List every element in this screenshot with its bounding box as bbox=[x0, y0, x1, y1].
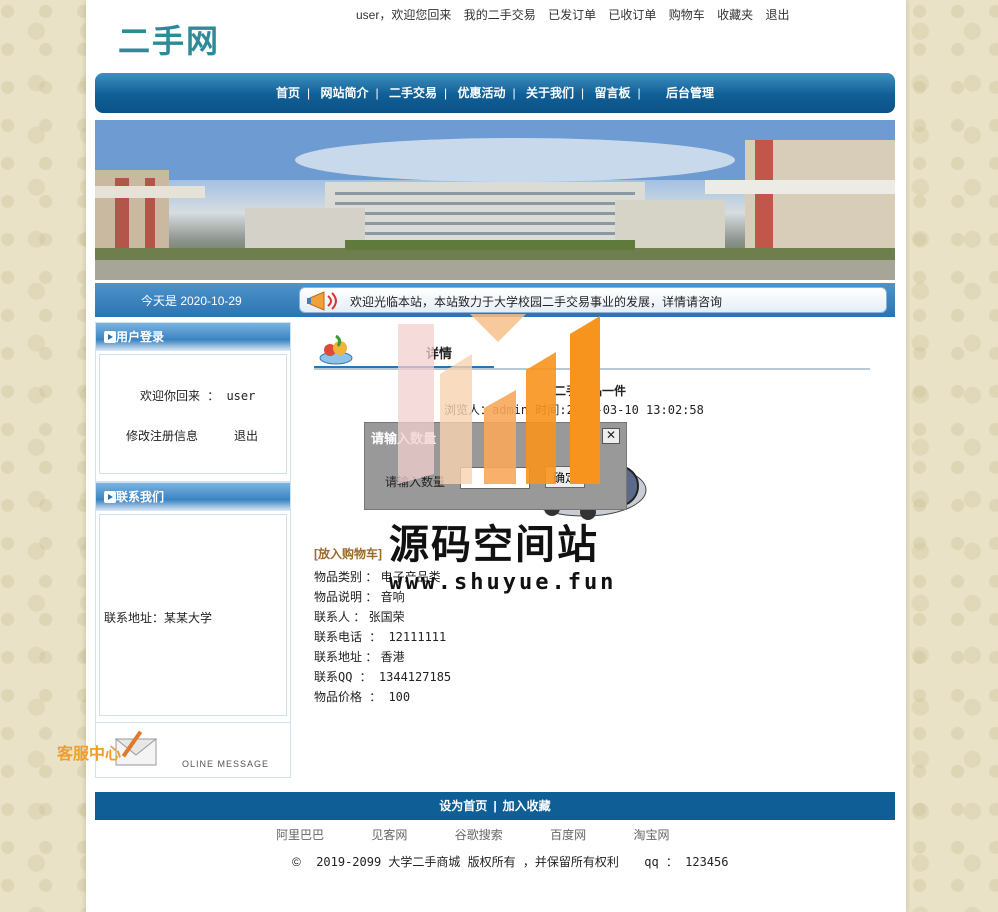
announcement-text: 欢迎光临本站，本站致力于大学校园二手交易事业的发展，详情请咨询 bbox=[350, 295, 723, 309]
link-sent-orders[interactable]: 已发订单 bbox=[548, 8, 596, 22]
sidebar-logout-link[interactable]: 退出 bbox=[234, 427, 258, 444]
campus-banner-image bbox=[95, 120, 895, 280]
welcome-text: user，欢迎您回来 bbox=[356, 8, 452, 22]
today-date: 今天是 2020-10-29 bbox=[141, 294, 242, 308]
field-price: 物品价格 ： 100 bbox=[314, 690, 411, 704]
friend-link-google[interactable]: 谷歌搜索 bbox=[455, 828, 503, 842]
contact-panel-body: 联系地址：某某大学 bbox=[99, 514, 287, 716]
friend-link-jianke[interactable]: 见客网 bbox=[371, 828, 407, 842]
field-phone: 联系电话 ： 12111111 bbox=[314, 630, 447, 644]
friend-link-baidu[interactable]: 百度网 bbox=[550, 828, 586, 842]
add-to-cart-button[interactable]: [放入购物车] bbox=[314, 547, 382, 561]
nav-admin[interactable]: 后台管理 bbox=[666, 86, 714, 100]
megaphone-icon bbox=[307, 291, 337, 311]
main-nav: 首页 | 网站简介 | 二手交易 | 优惠活动 | 关于我们 | 留言板 | 后台管理 bbox=[95, 73, 895, 113]
nav-trading[interactable]: 二手交易 bbox=[389, 86, 437, 100]
set-homepage-link[interactable]: 设为首页 bbox=[439, 799, 487, 813]
nav-promotions[interactable]: 优惠活动 bbox=[457, 86, 505, 100]
fruit-bowl-icon bbox=[319, 334, 353, 365]
link-favorites[interactable]: 收藏夹 bbox=[717, 8, 753, 22]
login-greeting: 欢迎你回来 ： user bbox=[140, 389, 256, 403]
contact-panel-title: 联系我们 bbox=[116, 490, 165, 504]
edit-profile-link[interactable]: 修改注册信息 bbox=[126, 427, 198, 444]
announcement-bar: 今天是 2020-10-29 欢迎光临本站，本站致力于大学校园二手交易事业的发展… bbox=[95, 283, 895, 317]
nav-about-site[interactable]: 网站简介 bbox=[321, 86, 369, 100]
online-message-label: OLINE MESSAGE bbox=[182, 759, 270, 769]
link-logout[interactable]: 退出 bbox=[766, 8, 790, 22]
arrow-right-icon bbox=[104, 331, 116, 343]
login-panel-title: 用户登录 bbox=[116, 330, 165, 344]
copyright-symbol: © bbox=[292, 855, 301, 869]
contact-panel: 联系我们 联系地址：某某大学 bbox=[95, 482, 291, 724]
login-panel: 用户登录 欢迎你回来 ： user 修改注册信息 退出 bbox=[95, 322, 291, 482]
friend-link-taobao[interactable]: 淘宝网 bbox=[633, 828, 669, 842]
watermark-title: 源码空间站 bbox=[389, 522, 599, 568]
friend-link-alibaba[interactable]: 阿里巴巴 bbox=[276, 828, 324, 842]
footer-qq: qq ： 123456 bbox=[644, 855, 729, 869]
copyright: © 2019-2099 大学二手商城 版权所有 ，并保留所有权利 qq ： 12… bbox=[292, 853, 728, 870]
copyright-text: 2019-2099 大学二手商城 版权所有 ，并保留所有权利 bbox=[316, 855, 619, 869]
top-user-nav: user，欢迎您回来 我的二手交易 已发订单 已收订单 购物车 收藏夹 退出 bbox=[356, 6, 799, 23]
online-message-banner[interactable]: OLINE MESSAGE bbox=[95, 722, 291, 778]
footer-bar: 设为首页 | 加入收藏 bbox=[95, 792, 895, 820]
nav-guestbook[interactable]: 留言板 bbox=[594, 86, 630, 100]
site-logo[interactable]: 二手网 bbox=[118, 16, 220, 62]
login-panel-body: 欢迎你回来 ： user 修改注册信息 退出 bbox=[99, 354, 287, 474]
link-my-trades[interactable]: 我的二手交易 bbox=[464, 8, 536, 22]
friend-links: 阿里巴巴 见客网 谷歌搜索 百度网 淘宝网 bbox=[276, 826, 713, 843]
field-address: 联系地址 ： 香港 bbox=[314, 650, 405, 664]
contact-panel-header: 联系我们 bbox=[96, 483, 290, 511]
field-qq: 联系QQ ： 1344127185 bbox=[314, 670, 452, 684]
announcement-marquee: 欢迎光临本站，本站致力于大学校园二手交易事业的发展，详情请咨询 bbox=[299, 287, 887, 313]
link-cart[interactable]: 购物车 bbox=[669, 8, 705, 22]
service-center-label[interactable]: 客服中心 bbox=[57, 740, 121, 764]
arrow-right-icon bbox=[104, 491, 116, 503]
nav-about-us[interactable]: 关于我们 bbox=[526, 86, 574, 100]
login-panel-header: 用户登录 bbox=[96, 323, 290, 351]
link-received-orders[interactable]: 已收订单 bbox=[608, 8, 656, 22]
campus-illustration bbox=[95, 120, 895, 280]
field-contact-person: 联系人 ： 张国荣 bbox=[314, 610, 405, 624]
contact-address: 联系地址：某某大学 bbox=[104, 611, 213, 625]
add-favorite-link[interactable]: 加入收藏 bbox=[503, 799, 551, 813]
nav-home[interactable]: 首页 bbox=[276, 86, 300, 100]
watermark-url: www.shuyue.fun bbox=[389, 570, 617, 595]
